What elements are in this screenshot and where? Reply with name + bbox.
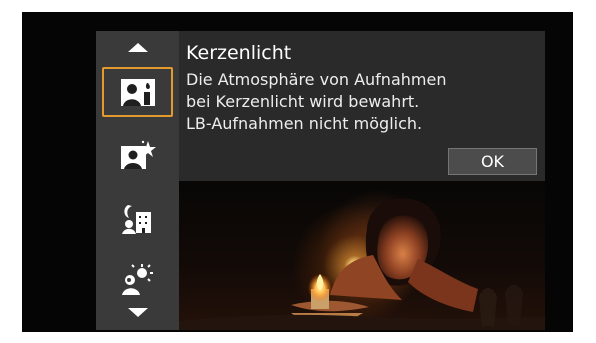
night-portrait-icon [121,205,151,234]
portrait-star-icon [120,140,156,169]
backlight-mode-button[interactable] [102,255,173,305]
backlight-portrait-icon [121,264,153,295]
down-arrow-icon[interactable] [127,308,148,317]
mode-title: Kerzenlicht [186,42,292,64]
description-line-2: bei Kerzenlicht wird bewahrt. [186,92,420,111]
mode-description: Die Atmosphäre von Aufnahmen bei Kerzenl… [186,69,536,135]
scene-mode-sidebar [96,31,179,330]
candlelight-scene-illustration [179,198,545,330]
candlelight-mode-button[interactable] [102,67,173,117]
camera-screen: Kerzenlicht Die Atmosphäre von Aufnahmen… [22,12,573,332]
mode-description-panel: Kerzenlicht Die Atmosphäre von Aufnahmen… [179,31,545,330]
description-line-3: LB-Aufnahmen nicht möglich. [186,114,423,133]
night-portrait-mode-button[interactable] [102,195,173,245]
description-box: Kerzenlicht Die Atmosphäre von Aufnahmen… [179,31,545,181]
up-arrow-icon[interactable] [127,43,148,52]
description-line-1: Die Atmosphäre von Aufnahmen [186,70,447,89]
candlelight-sample-photo [179,181,545,330]
ok-button[interactable]: OK [448,148,537,175]
candlelight-portrait-icon [120,79,155,106]
portrait-star-mode-button[interactable] [102,131,173,181]
